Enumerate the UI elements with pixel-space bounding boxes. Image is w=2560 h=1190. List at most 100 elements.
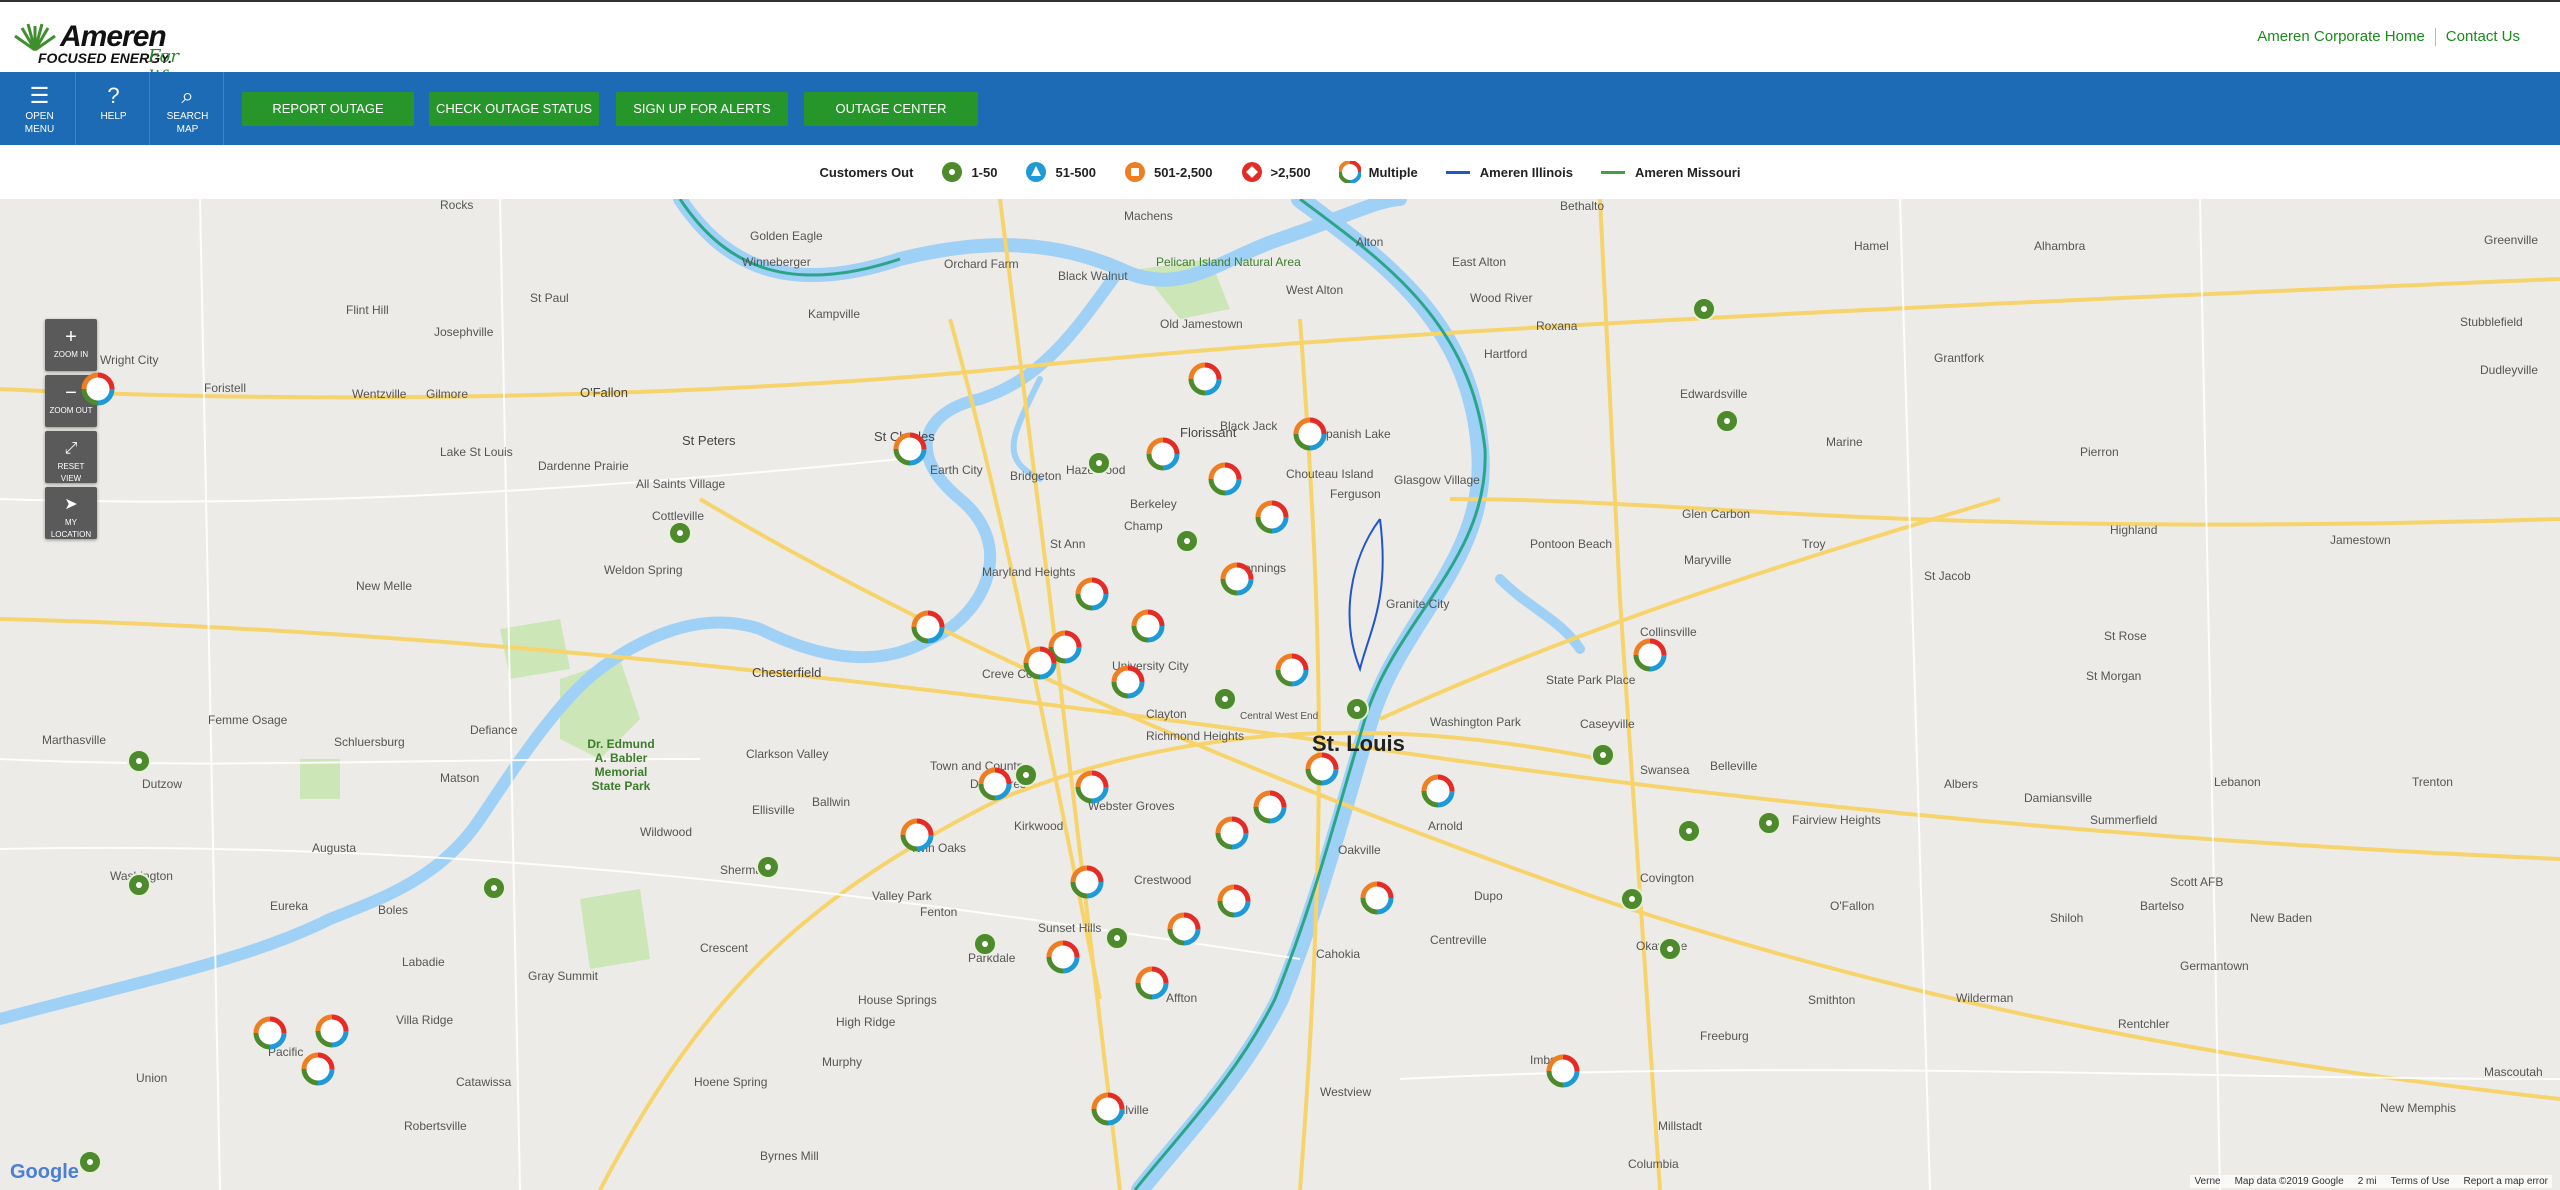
- corporate-home-link[interactable]: Ameren Corporate Home: [2257, 28, 2425, 46]
- place-label: Schluersburg: [334, 735, 405, 749]
- report-outage-button[interactable]: REPORT OUTAGE: [242, 92, 414, 126]
- outage-1-50-marker[interactable]: [1345, 697, 1369, 721]
- multiple-outage-marker[interactable]: [1275, 653, 1309, 687]
- outage-1-50-marker[interactable]: [1658, 937, 1682, 961]
- zoom-in-button[interactable]: + ZOOM IN: [45, 319, 97, 371]
- outage-1-50-marker[interactable]: [482, 876, 506, 900]
- search-map-button[interactable]: ⌕ SEARCH MAP: [152, 72, 224, 145]
- multiple-outage-marker[interactable]: [1167, 912, 1201, 946]
- multiple-outage-marker[interactable]: [1255, 500, 1289, 534]
- legend-label: 501-2,500: [1153, 164, 1213, 180]
- contact-us-link[interactable]: Contact Us: [2446, 28, 2520, 46]
- place-label: Machens: [1124, 209, 1173, 223]
- multiple-outage-marker[interactable]: [911, 610, 945, 644]
- outage-1-50-marker[interactable]: [1591, 743, 1615, 767]
- legend-label: 51-500: [1055, 164, 1096, 180]
- multiple-outage-marker[interactable]: [1135, 966, 1169, 1000]
- multiple-outage-marker[interactable]: [893, 432, 927, 466]
- place-label: Black Jack: [1220, 419, 1278, 433]
- multiple-outage-marker[interactable]: [900, 818, 934, 852]
- multiple-outage-marker[interactable]: [301, 1052, 335, 1086]
- multiple-outage-marker[interactable]: [1075, 577, 1109, 611]
- outage-1-50-marker[interactable]: [127, 749, 151, 773]
- multiple-outage-marker[interactable]: [1220, 562, 1254, 596]
- place-label: Troy: [1802, 537, 1826, 551]
- place-label: Millstadt: [1658, 1119, 1703, 1133]
- multiple-outage-marker[interactable]: [253, 1016, 287, 1050]
- multiple-outage-marker[interactable]: [978, 767, 1012, 801]
- outage-1-50-marker[interactable]: [756, 855, 780, 879]
- outage-map[interactable]: Rocks Golden Eagle Winneberger Machens O…: [0, 199, 2560, 1190]
- outage-1-50-marker[interactable]: [1087, 451, 1111, 475]
- place-label: Germantown: [2180, 959, 2249, 973]
- place-label: Marthasville: [42, 733, 107, 747]
- multiple-outage-marker[interactable]: [1188, 362, 1222, 396]
- sign-up-alerts-button[interactable]: SIGN UP FOR ALERTS: [616, 92, 788, 126]
- multiple-outage-marker[interactable]: [1217, 884, 1251, 918]
- reset-view-button[interactable]: ⤢ RESET VIEW: [45, 431, 97, 483]
- place-label: Washington Park: [1430, 715, 1521, 729]
- place-label: Hoene Spring: [694, 1075, 768, 1089]
- place-label: Pontoon Beach: [1530, 537, 1613, 551]
- my-location-button[interactable]: ➤ MY LOCATION: [45, 487, 97, 539]
- place-label: Greenville: [2484, 233, 2539, 247]
- multiple-outage-marker[interactable]: [1131, 609, 1165, 643]
- place-label: Rentchler: [2118, 1017, 2170, 1031]
- outage-1-50-marker[interactable]: [1677, 819, 1701, 843]
- multiple-outage-marker[interactable]: [315, 1014, 349, 1048]
- outage-1-50-marker[interactable]: [973, 932, 997, 956]
- place-label: Crescent: [700, 941, 749, 955]
- multiple-outage-marker[interactable]: [1091, 1092, 1125, 1126]
- place-label: Caseyville: [1580, 717, 1635, 731]
- help-button[interactable]: ? HELP: [78, 72, 150, 145]
- multiple-outage-marker[interactable]: [1146, 437, 1180, 471]
- place-label: Defiance: [470, 723, 518, 737]
- outage-1-50-marker[interactable]: [1105, 926, 1129, 950]
- reset-view-label-2: VIEW: [60, 474, 82, 483]
- outage-1-50-marker[interactable]: [668, 521, 692, 545]
- outage-1-50-marker[interactable]: [1692, 297, 1716, 321]
- place-label: St Morgan: [2086, 669, 2142, 683]
- outage-1-50-marker[interactable]: [1175, 529, 1199, 553]
- outage-1-50-marker[interactable]: [127, 873, 151, 897]
- report-error-link[interactable]: Report a map error: [2464, 1176, 2548, 1187]
- terms-link[interactable]: Terms of Use: [2391, 1176, 2450, 1187]
- map-attribution: Verne Map data ©2019 Google 2 mi Terms o…: [2190, 1175, 2552, 1188]
- place-label: Glen Carbon: [1682, 507, 1751, 521]
- outage-1-50-marker[interactable]: [1014, 763, 1038, 787]
- legend-item-ameren-illinois: Ameren Illinois: [1445, 165, 1573, 180]
- multiple-outage-marker[interactable]: [1023, 646, 1057, 680]
- multiple-outage-marker[interactable]: [1253, 790, 1287, 824]
- search-label-2: MAP: [176, 124, 199, 135]
- red-diamond-icon: [1241, 162, 1262, 182]
- open-menu-button[interactable]: ☰ OPEN MENU: [4, 72, 76, 145]
- multiple-outage-marker[interactable]: [81, 372, 115, 406]
- multiple-outage-marker[interactable]: [1305, 752, 1339, 786]
- multiple-outage-marker[interactable]: [1633, 638, 1667, 672]
- outage-1-50-marker[interactable]: [1715, 409, 1739, 433]
- multiple-outage-marker[interactable]: [1070, 865, 1104, 899]
- multiple-outage-marker[interactable]: [1046, 940, 1080, 974]
- place-label: Dutzow: [142, 777, 183, 791]
- outage-center-button[interactable]: OUTAGE CENTER: [804, 92, 978, 126]
- multiple-outage-marker[interactable]: [1360, 881, 1394, 915]
- expand-icon: ⤢: [64, 440, 78, 457]
- ameren-logo[interactable]: Ameren FOCUSED ENERGY. For life.: [12, 6, 202, 88]
- orange-square-icon: [1124, 162, 1145, 182]
- multiple-outage-marker[interactable]: [1075, 770, 1109, 804]
- multiple-outage-marker[interactable]: [1293, 417, 1327, 451]
- place-label: Oakville: [1338, 843, 1381, 857]
- outage-1-50-marker[interactable]: [1620, 887, 1644, 911]
- multiple-outage-marker[interactable]: [1111, 665, 1145, 699]
- multiple-outage-marker[interactable]: [1421, 774, 1455, 808]
- multiple-outage-marker[interactable]: [1208, 462, 1242, 496]
- place-label: Damiansville: [2024, 791, 2093, 805]
- place-label: Pierron: [2080, 445, 2119, 459]
- check-outage-status-button[interactable]: CHECK OUTAGE STATUS: [429, 92, 599, 126]
- place-label: Centreville: [1430, 933, 1487, 947]
- multiple-outage-marker[interactable]: [1546, 1054, 1580, 1088]
- outage-1-50-marker[interactable]: [1213, 687, 1237, 711]
- outage-1-50-marker[interactable]: [1757, 811, 1781, 835]
- multiple-outage-marker[interactable]: [1215, 816, 1249, 850]
- outage-1-50-marker[interactable]: [78, 1150, 102, 1174]
